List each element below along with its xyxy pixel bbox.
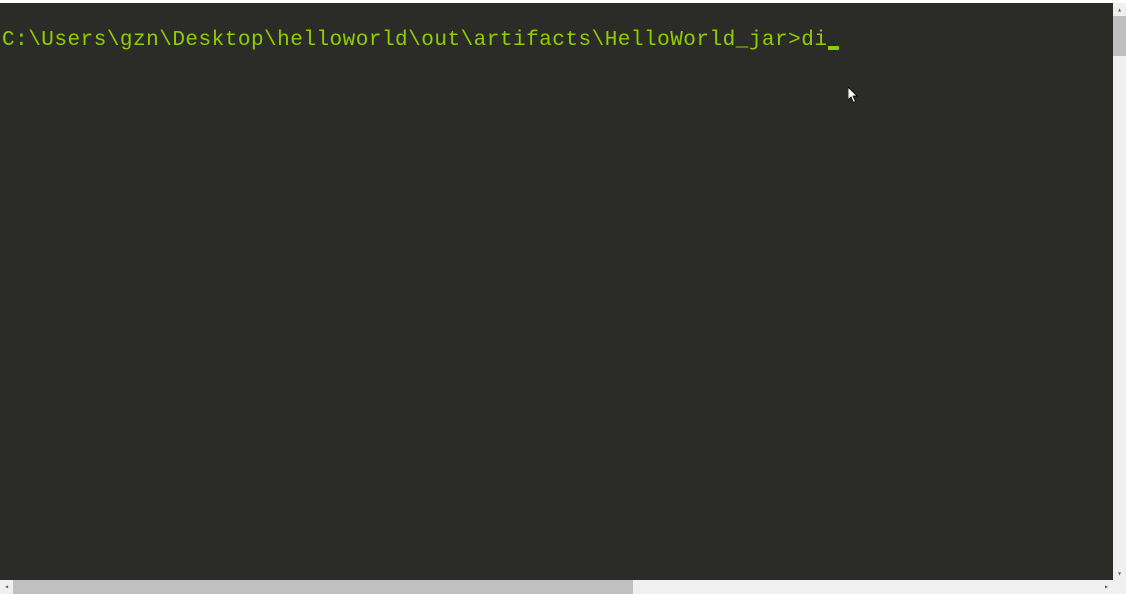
scroll-left-arrow-icon[interactable]: ◂: [0, 580, 13, 594]
command-prompt: C:\Users\gzn\Desktop\helloworld\out\arti…: [2, 29, 801, 52]
scroll-right-arrow-icon[interactable]: ▸: [1100, 580, 1113, 594]
scroll-down-arrow-icon[interactable]: ▾: [1113, 567, 1126, 580]
horizontal-scrollbar[interactable]: ◂ ▸: [0, 580, 1113, 594]
typed-command: di: [801, 29, 827, 52]
command-line: C:\Users\gzn\Desktop\helloworld\out\arti…: [2, 29, 839, 52]
terminal-window[interactable]: C:\Users\gzn\Desktop\helloworld\out\arti…: [0, 3, 1113, 580]
vertical-scroll-thumb[interactable]: [1113, 16, 1126, 56]
horizontal-scroll-thumb[interactable]: [13, 580, 633, 594]
scroll-up-arrow-icon[interactable]: ▴: [1113, 3, 1126, 16]
text-cursor: [828, 46, 839, 50]
terminal-content-area[interactable]: C:\Users\gzn\Desktop\helloworld\out\arti…: [0, 3, 1113, 580]
scroll-corner: [1113, 580, 1126, 594]
vertical-scrollbar[interactable]: ▴ ▾: [1113, 3, 1126, 580]
mouse-pointer-icon: [848, 87, 860, 105]
